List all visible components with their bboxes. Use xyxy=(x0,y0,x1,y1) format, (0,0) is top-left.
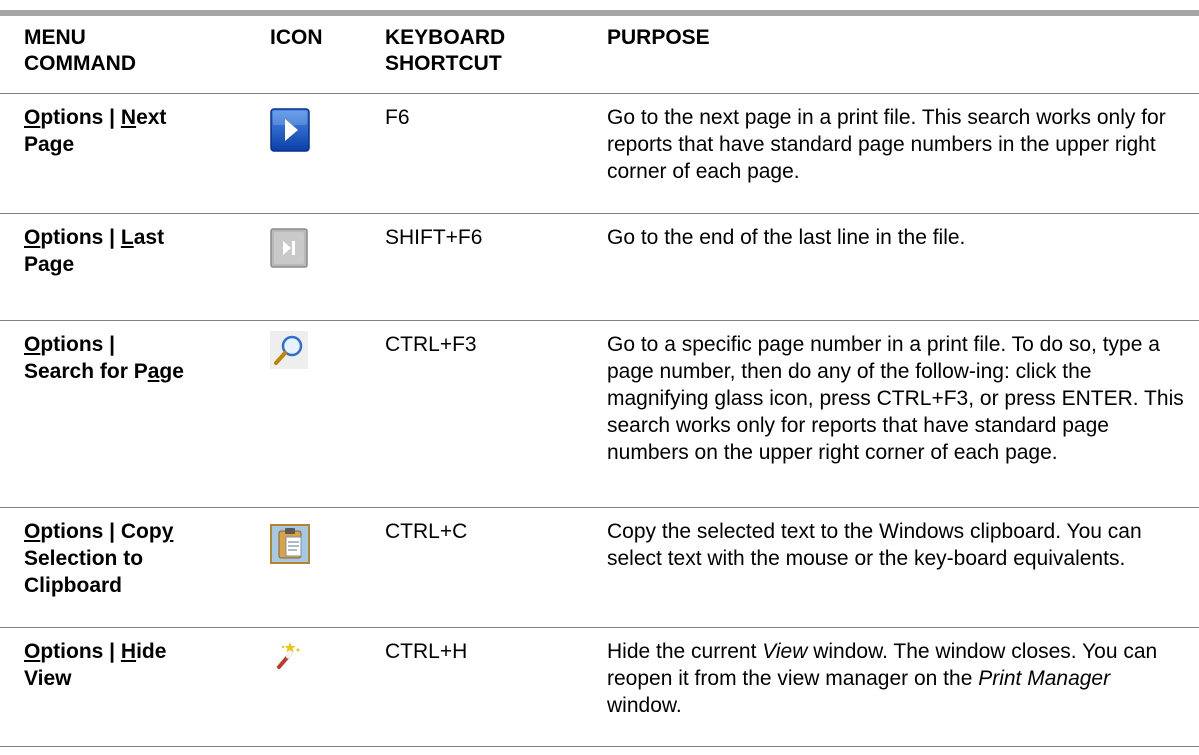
shortcut-cell: CTRL+C xyxy=(382,507,588,628)
purpose-cell: Go to a specific page number in a print … xyxy=(588,320,1199,508)
clipboard-icon xyxy=(270,524,310,564)
purpose-cell: Copy the selected text to the Windows cl… xyxy=(588,507,1199,628)
table-row: Options | Hide View CTRL+H Hide the curr… xyxy=(0,627,1199,747)
purpose-cell: Go to the end of the last line in the fi… xyxy=(588,213,1199,321)
icon-cell xyxy=(268,507,382,628)
magnifying-glass-icon xyxy=(270,331,308,369)
menu-command-cell: Options | Next Page xyxy=(0,93,268,214)
menu-command-cell: Options | Search for Page xyxy=(0,320,268,508)
shortcut-cell: CTRL+F3 xyxy=(382,320,588,508)
menu-command-cell: Options | Hide View xyxy=(0,627,268,747)
next-page-icon xyxy=(270,108,310,152)
menu-command-table: MENU COMMAND ICON KEYBOARD SHORTCUT PURP… xyxy=(0,16,1199,747)
header-purpose: PURPOSE xyxy=(588,16,1199,94)
purpose-cell: Hide the current View window. The window… xyxy=(588,627,1199,747)
shortcut-cell: CTRL+H xyxy=(382,627,588,747)
shortcut-cell: F6 xyxy=(382,93,588,214)
menu-command-cell: Options | Last Page xyxy=(0,213,268,321)
menu-command-cell: Options | Copy Selection to Clipboard xyxy=(0,507,268,628)
table-row: Options | Next Page F6 Go to the next pa… xyxy=(0,93,1199,214)
magic-wand-icon xyxy=(277,642,300,669)
icon-cell xyxy=(268,627,382,747)
header-keyboard-shortcut: KEYBOARD SHORTCUT xyxy=(382,16,588,94)
header-row: MENU COMMAND ICON KEYBOARD SHORTCUT PURP… xyxy=(0,16,1199,94)
icon-cell xyxy=(268,213,382,321)
icon-cell xyxy=(268,320,382,508)
table-row: Options | Search for Page CTRL+F3 Go to … xyxy=(0,320,1199,508)
table-row: Options | Copy Selection to Clipboard CT… xyxy=(0,507,1199,628)
last-page-icon xyxy=(270,228,308,268)
header-icon: ICON xyxy=(268,16,382,94)
header-menu-command: MENU COMMAND xyxy=(0,16,268,94)
icon-cell xyxy=(268,93,382,214)
shortcut-cell: SHIFT+F6 xyxy=(382,213,588,321)
table-row: Options | Last Page SHIFT+F6 Go to the e… xyxy=(0,213,1199,321)
purpose-cell: Go to the next page in a print file. Thi… xyxy=(588,93,1199,214)
